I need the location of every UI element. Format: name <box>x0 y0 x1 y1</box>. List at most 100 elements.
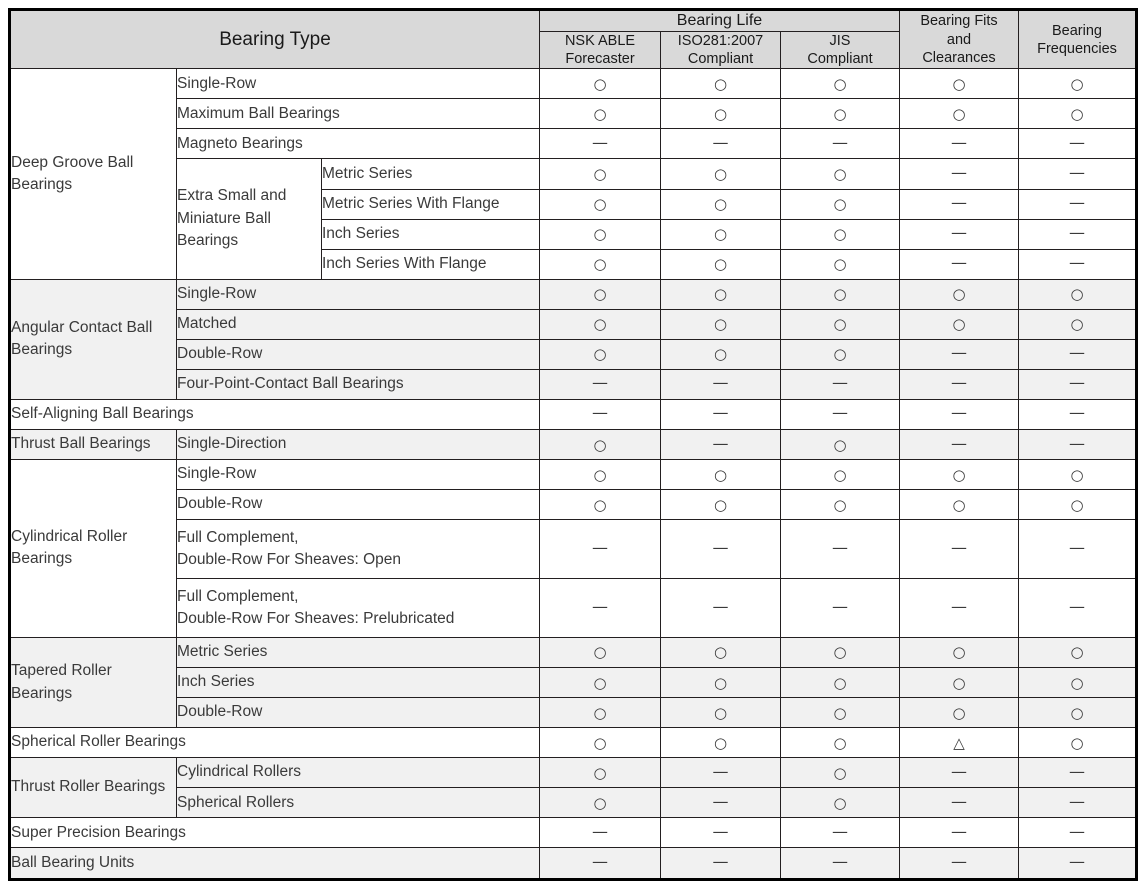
circle-symbol-icon: ○ <box>1070 703 1084 722</box>
dash-symbol-icon: — <box>951 162 967 182</box>
circle-symbol-icon: ○ <box>1070 733 1084 752</box>
mark-cell: — <box>780 847 900 880</box>
mark-cell: ○ <box>660 308 781 340</box>
bearing-subtype-double-row: Double-Row <box>176 338 540 370</box>
mark-cell: — <box>899 398 1019 431</box>
mark-cell: ○ <box>660 697 781 729</box>
mark-cell: ○ <box>660 666 781 699</box>
dash-symbol-icon: — <box>712 373 729 393</box>
mark-cell: ○ <box>1018 459 1137 491</box>
mark-cell: — <box>899 248 1019 280</box>
mark-cell: ○ <box>1018 666 1137 699</box>
mark-cell: ○ <box>780 68 900 100</box>
bearing-subtype-single-row: Single-Row <box>176 68 540 100</box>
dash-symbol-icon: — <box>951 821 967 841</box>
circle-symbol-icon: ○ <box>713 315 728 334</box>
dash-symbol-icon: — <box>1069 596 1085 616</box>
mark-cell: — <box>780 368 900 400</box>
table-row: Full Complement, Double-Row For Sheaves:… <box>10 519 1137 580</box>
circle-symbol-icon: ○ <box>713 255 728 274</box>
header-bearing-fits-and-clearances: Bearing Fits and Clearances <box>899 8 1019 70</box>
circle-symbol-icon: ○ <box>833 793 847 812</box>
mark-cell: — <box>660 398 781 431</box>
circle-symbol-icon: ○ <box>952 74 966 93</box>
mark-cell: ○ <box>780 248 900 280</box>
mark-cell: — <box>1018 398 1137 431</box>
dash-symbol-icon: — <box>832 538 848 558</box>
dash-symbol-icon: — <box>1069 791 1085 811</box>
mark-cell: — <box>1018 428 1137 461</box>
mark-cell: — <box>899 368 1019 400</box>
mark-cell: ○ <box>1018 278 1137 310</box>
dash-symbol-icon: — <box>832 403 848 423</box>
bearing-type-tapered-roller-bearings: Tapered Roller Bearings <box>9 636 177 729</box>
header-nsk-able-forecaster: NSK ABLE Forecaster <box>539 30 661 70</box>
dash-symbol-icon: — <box>1069 343 1085 363</box>
circle-symbol-icon: ○ <box>833 495 847 514</box>
mark-cell: — <box>1018 368 1137 400</box>
table-row: Thrust Ball Bearings Single-Direction ○ — ○ —… <box>9 428 1137 461</box>
dash-symbol-icon: — <box>951 373 967 393</box>
table-row: Magneto Bearings — — — — — <box>10 128 1137 160</box>
mark-cell: — <box>780 128 900 160</box>
mark-cell: ○ <box>780 278 900 310</box>
bearing-type-thrust-ball-bearings: Thrust Ball Bearings <box>9 428 177 461</box>
mark-cell: ○ <box>899 278 1019 310</box>
circle-symbol-icon: ○ <box>952 673 966 692</box>
circle-symbol-icon: ○ <box>713 74 728 93</box>
bearing-subtype-double-row: Double-Row <box>176 697 540 729</box>
table-row: Full Complement, Double-Row For Sheaves:… <box>10 578 1137 638</box>
circle-symbol-icon: ○ <box>833 345 847 364</box>
mark-cell: — <box>899 338 1019 370</box>
mark-cell: ○ <box>780 727 900 759</box>
mark-cell: ○ <box>539 158 661 190</box>
bearing-type-spherical-roller-bearings: Spherical Roller Bearings <box>9 727 540 759</box>
bearing-variant-metric-series-with-flange: Metric Series With Flange <box>321 188 540 220</box>
circle-symbol-icon: ○ <box>593 703 607 722</box>
mark-cell: — <box>660 787 781 819</box>
mark-cell: ○ <box>539 787 661 819</box>
dash-symbol-icon: — <box>712 596 729 616</box>
dash-symbol-icon: — <box>592 538 608 558</box>
table-row: Cylindrical Roller Bearings Single-Row ○ ○ ○… <box>9 459 1137 638</box>
circle-symbol-icon: ○ <box>713 703 728 722</box>
table-row: Super Precision Bearings — — — — — <box>9 817 1137 849</box>
bearing-type-angular-contact-ball-bearings: Angular Contact Ball Bearings <box>9 278 177 400</box>
mark-cell: ○ <box>660 218 781 250</box>
mark-cell: ○ <box>660 158 781 190</box>
bearing-variant-inch-series-with-flange: Inch Series With Flange <box>321 248 540 280</box>
circle-symbol-icon: ○ <box>593 733 607 752</box>
circle-symbol-icon: ○ <box>593 673 607 692</box>
circle-symbol-icon: ○ <box>952 465 966 484</box>
bearing-subtype-full-complement-double-row-for-sheaves-open: Full Complement, Double-Row For Sheaves:… <box>176 519 540 580</box>
bearing-type-cylindrical-roller-bearings: Cylindrical Roller Bearings <box>9 459 177 638</box>
circle-symbol-icon: ○ <box>593 164 607 183</box>
mark-cell: ○ <box>780 98 900 130</box>
circle-symbol-icon: ○ <box>833 763 847 782</box>
dash-symbol-icon: — <box>951 433 967 453</box>
mark-cell: — <box>660 578 781 638</box>
circle-symbol-icon: ○ <box>833 74 847 93</box>
dash-symbol-icon: — <box>712 791 729 811</box>
mark-cell: — <box>660 368 781 400</box>
dash-symbol-icon: — <box>832 852 848 872</box>
mark-cell: ○ <box>660 68 781 100</box>
dash-symbol-icon: — <box>951 538 967 558</box>
table-row: Four-Point-Contact Ball Bearings — — — — — <box>10 368 1137 400</box>
mark-cell: — <box>899 757 1019 789</box>
dash-symbol-icon: — <box>951 193 967 213</box>
mark-cell: — <box>1018 578 1137 638</box>
mark-cell: — <box>899 847 1019 880</box>
mark-cell: ○ <box>539 338 661 370</box>
dash-symbol-icon: — <box>1069 761 1085 781</box>
mark-cell: ○ <box>539 248 661 280</box>
mark-cell: ○ <box>539 636 661 668</box>
dash-symbol-icon: — <box>1069 403 1085 423</box>
dash-symbol-icon: — <box>712 433 729 453</box>
dash-symbol-icon: — <box>832 821 848 841</box>
dash-symbol-icon: — <box>1069 132 1085 152</box>
table-row: Tapered Roller Bearings Metric Series ○ ○ ○ ○… <box>9 636 1137 729</box>
circle-symbol-icon: ○ <box>833 465 847 484</box>
mark-cell: ○ <box>1018 98 1137 130</box>
circle-symbol-icon: ○ <box>833 195 847 214</box>
